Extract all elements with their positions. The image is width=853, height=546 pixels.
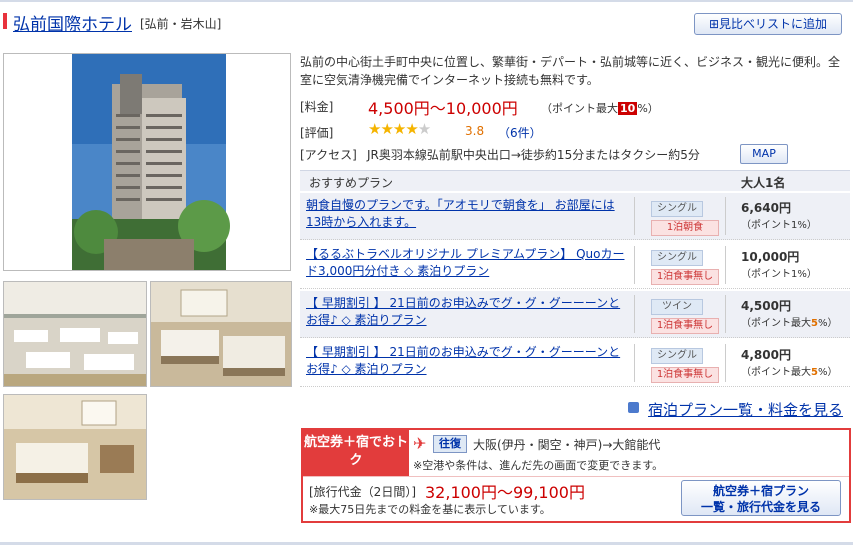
plan-point: （ポイント1%） — [741, 220, 817, 231]
hotel-name-link[interactable]: 弘前国際ホテル — [13, 10, 132, 35]
flight-plan-list-button[interactable]: 航空券＋宿プラン 一覧・旅行代金を見る — [681, 480, 841, 516]
point-num: 5 — [811, 318, 818, 329]
plan-point: （ポイント最大5%） — [741, 363, 837, 378]
divider — [634, 295, 635, 333]
point-num: 5 — [811, 367, 818, 378]
meal-badge: 1泊朝食 — [651, 220, 719, 236]
thumbnail-twin-room[interactable] — [150, 281, 292, 387]
divider — [725, 197, 726, 235]
divider — [725, 295, 726, 333]
plan-link[interactable]: 【 早期割引 】 21日前のお申込みでグ・グ・グーーーンとお得♪ ◇ 素泊りプラ… — [306, 295, 626, 329]
flight-hotel-tag: 航空券＋宿でおトク — [303, 430, 409, 476]
plan-price: 10,000円 — [741, 250, 800, 264]
all-plans-link[interactable]: 宿泊プラン一覧・料金を見る — [648, 399, 843, 420]
plan-link[interactable]: 【 早期割引 】 21日前のお申込みでグ・グ・グーーーンとお得♪ ◇ 素泊りプラ… — [306, 344, 626, 378]
divider — [634, 197, 635, 235]
room-type-badge: シングル — [651, 348, 703, 364]
point-prefix: （ポイント最大 — [541, 102, 618, 115]
divider — [634, 246, 635, 284]
plan-point: （ポイント1%） — [741, 269, 817, 280]
table-row: 朝食自慢のプランです。「アオモリで朝食を」 お部屋には13時から入れます。 シン… — [300, 193, 850, 240]
thumbnail-single-room[interactable] — [3, 394, 147, 500]
flight-route: 大阪(伊丹・関空・神戸)→大館能代 — [473, 438, 661, 452]
point-suffix: %） — [637, 102, 659, 115]
rating-label: [評価] — [300, 126, 334, 140]
divider — [725, 344, 726, 382]
room-type-badge: シングル — [651, 201, 703, 217]
plan-link[interactable]: 【るるぶトラベルオリジナル プレミアムプラン】 Quoカード3,000円分付き … — [306, 246, 626, 280]
hotel-description: 弘前の中心街土手町中央に位置し、繁華街・デパート・弘前城等に近く、ビジネス・観光… — [300, 55, 841, 87]
point-prefix: （ポイント最大 — [741, 367, 811, 378]
single-room-image — [4, 395, 146, 499]
plan-price: 4,800円 — [741, 348, 791, 362]
stars-filled: ★★★★ — [368, 120, 419, 138]
hotel-main-photo[interactable] — [3, 53, 291, 271]
meal-badge: 1泊食事無し — [651, 269, 719, 285]
rating-score: 3.8 — [465, 124, 485, 138]
flight-hotel-box: 航空券＋宿でおトク ✈ 往復 大阪(伊丹・関空・神戸)→大館能代 ※空港や条件は… — [301, 428, 851, 523]
travel-price-note: ※最大75日先までの料金を基に表示しています。 — [309, 503, 551, 516]
bottom-divider — [0, 542, 853, 545]
travel-price: 32,100円～99,100円 — [425, 483, 585, 502]
button-line1: 航空券＋宿プラン — [712, 484, 809, 498]
plan-price: 6,640円 — [741, 201, 791, 215]
access-label: [アクセス] — [300, 148, 357, 162]
divider — [725, 246, 726, 284]
divider — [634, 344, 635, 382]
map-button[interactable]: MAP — [740, 144, 788, 164]
plan-link[interactable]: 朝食自慢のプランです。「アオモリで朝食を」 お部屋には13時から入れます。 — [306, 197, 626, 231]
travel-price-label: [旅行代金（2日間）] — [309, 485, 416, 499]
point-suffix: %） — [817, 318, 838, 329]
title-accent-bar — [3, 13, 7, 29]
hotel-building-image — [72, 54, 230, 270]
point-prefix: （ポイント最大 — [741, 318, 811, 329]
stars-empty: ★ — [417, 120, 431, 138]
header-plan: おすすめプラン — [309, 176, 394, 190]
room-type-badge: シングル — [651, 250, 703, 266]
divider — [303, 476, 849, 477]
arrow-square-icon — [628, 402, 639, 413]
add-compare-list-button[interactable]: ⊞見比べリストに追加 — [694, 13, 842, 35]
table-row: 【 早期割引 】 21日前のお申込みでグ・グ・グーーーンとお得♪ ◇ 素泊りプラ… — [300, 291, 850, 338]
round-trip-badge: 往復 — [433, 435, 467, 453]
twin-room-image — [151, 282, 291, 386]
rating-stars-icon: ★★★★★ — [368, 120, 431, 138]
review-count-link[interactable]: （6件） — [498, 124, 542, 141]
table-row: 【るるぶトラベルオリジナル プレミアムプラン】 Quoカード3,000円分付き … — [300, 242, 850, 289]
point-max-badge: 10 — [618, 102, 638, 115]
access-text: JR奥羽本線弘前駅中央出口→徒歩約15分またはタクシー約5分 — [367, 148, 700, 162]
plan-point: （ポイント最大5%） — [741, 314, 837, 329]
plan-table-header: おすすめプラン 大人1名 — [300, 170, 850, 191]
hotel-area: [弘前・岩木山] — [140, 17, 222, 31]
price-label: [料金] — [300, 100, 334, 114]
meal-badge: 1泊食事無し — [651, 367, 719, 383]
price-range: 4,500円～10,000円 — [368, 99, 518, 118]
header-price: 大人1名 — [741, 176, 786, 190]
meal-badge: 1泊食事無し — [651, 318, 719, 334]
plan-price: 4,500円 — [741, 299, 791, 313]
room-type-badge: ツイン — [651, 299, 703, 315]
point-info: （ポイント最大 10%） — [541, 100, 659, 116]
restaurant-image — [4, 282, 146, 386]
button-line2: 一覧・旅行代金を見る — [700, 500, 821, 514]
airplane-icon: ✈ — [413, 434, 427, 453]
table-row: 【 早期割引 】 21日前のお申込みでグ・グ・グーーーンとお得♪ ◇ 素泊りプラ… — [300, 340, 850, 387]
thumbnail-restaurant[interactable] — [3, 281, 147, 387]
point-suffix: %） — [817, 367, 838, 378]
top-divider — [0, 0, 853, 2]
flight-note: ※空港や条件は、進んだ先の画面で変更できます。 — [413, 459, 664, 472]
